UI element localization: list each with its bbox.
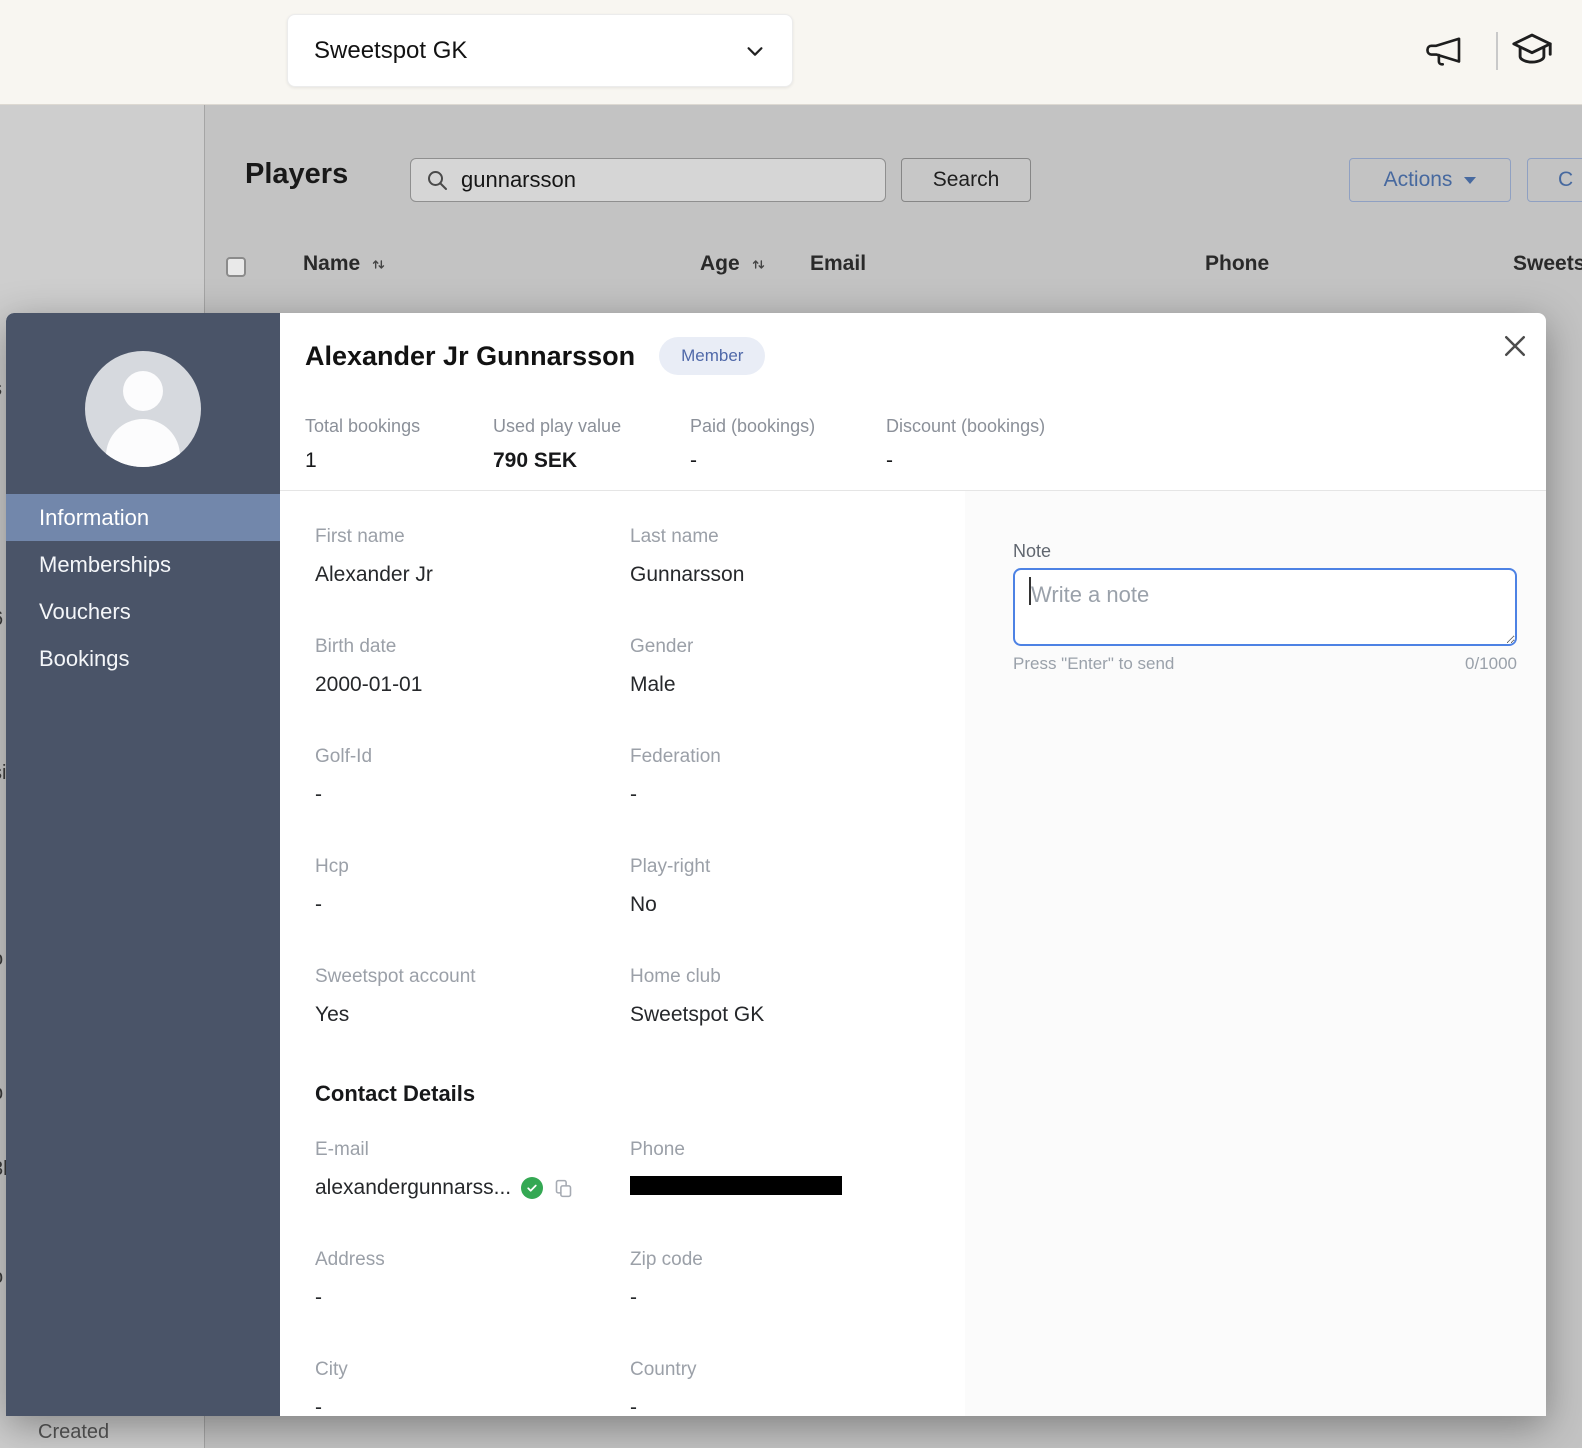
column-label: Name bbox=[303, 252, 360, 276]
field-birth-date: Birth date 2000-01-01 bbox=[315, 636, 630, 697]
modal-header: Alexander Jr Gunnarsson Member bbox=[305, 337, 765, 375]
field-last-name: Last name Gunnarsson bbox=[630, 526, 945, 587]
note-input[interactable] bbox=[1013, 568, 1517, 646]
topbar-divider bbox=[1496, 32, 1498, 70]
note-label: Note bbox=[1013, 541, 1051, 562]
redacted-phone-value bbox=[630, 1176, 842, 1195]
graduation-cap-icon[interactable] bbox=[1508, 27, 1556, 73]
player-detail-modal: Information Memberships Vouchers Booking… bbox=[6, 313, 1546, 1416]
field-play-right: Play-right No bbox=[630, 856, 945, 917]
verified-check-icon bbox=[521, 1177, 543, 1199]
info-fields: First name Alexander Jr Last name Gunnar… bbox=[315, 526, 945, 1027]
field-federation: Federation - bbox=[630, 746, 945, 807]
search-input[interactable] bbox=[461, 167, 871, 193]
avatar bbox=[85, 351, 201, 467]
sort-icon[interactable] bbox=[750, 256, 767, 273]
contact-fields: E-mail alexandergunnarss... Phone Addres… bbox=[315, 1139, 945, 1416]
column-header-age[interactable]: Age bbox=[700, 252, 767, 276]
contact-details-heading: Contact Details bbox=[315, 1081, 475, 1107]
field-gender: Gender Male bbox=[630, 636, 945, 697]
field-country: Country - bbox=[630, 1359, 945, 1416]
search-icon bbox=[425, 168, 449, 192]
topbar: Sweetspot GK bbox=[0, 0, 1582, 105]
field-golf-id: Golf-Id - bbox=[315, 746, 630, 807]
copy-icon[interactable] bbox=[553, 1178, 574, 1199]
sidebar-item-bookings[interactable]: Bookings bbox=[6, 635, 280, 682]
created-column-fragment: Created bbox=[38, 1421, 109, 1444]
email-value: alexandergunnarss... bbox=[315, 1176, 511, 1200]
field-hcp: Hcp - bbox=[315, 856, 630, 917]
sidebar-item-information[interactable]: Information bbox=[6, 494, 280, 541]
member-badge: Member bbox=[659, 337, 765, 375]
players-search-box bbox=[410, 158, 886, 202]
clipped-right-button[interactable]: C bbox=[1527, 158, 1582, 202]
page-title: Players bbox=[245, 158, 348, 191]
select-all-checkbox[interactable] bbox=[226, 257, 246, 277]
avatar-person-icon bbox=[123, 371, 163, 411]
column-header-email[interactable]: Email bbox=[810, 252, 866, 276]
sort-icon[interactable] bbox=[370, 256, 387, 273]
clipped-right-button-label: C bbox=[1558, 168, 1573, 192]
field-address: Address - bbox=[315, 1249, 630, 1310]
note-char-counter: 0/1000 bbox=[1465, 654, 1517, 674]
field-zip-code: Zip code - bbox=[630, 1249, 945, 1310]
column-header-phone[interactable]: Phone bbox=[1205, 252, 1269, 276]
field-home-club: Home club Sweetspot GK bbox=[630, 966, 945, 1027]
caret-down-icon bbox=[1464, 177, 1476, 184]
field-sweetspot-account: Sweetspot account Yes bbox=[315, 966, 630, 1027]
actions-button[interactable]: Actions bbox=[1349, 158, 1511, 202]
club-selector-dropdown[interactable]: Sweetspot GK bbox=[287, 14, 793, 87]
club-selector-value: Sweetspot GK bbox=[314, 37, 467, 65]
chevron-down-icon bbox=[744, 40, 766, 62]
field-city: City - bbox=[315, 1359, 630, 1416]
column-label: Phone bbox=[1205, 252, 1269, 276]
column-label: Age bbox=[700, 252, 740, 276]
stat-discount-bookings: Discount (bookings) - bbox=[886, 416, 1045, 473]
close-icon[interactable] bbox=[1500, 331, 1530, 361]
sidebar-item-memberships[interactable]: Memberships bbox=[6, 541, 280, 588]
actions-button-label: Actions bbox=[1384, 168, 1453, 192]
note-hint: Press "Enter" to send bbox=[1013, 654, 1174, 674]
modal-sidebar-menu: Information Memberships Vouchers Booking… bbox=[6, 494, 280, 682]
search-button[interactable]: Search bbox=[901, 158, 1031, 202]
column-label: Email bbox=[810, 252, 866, 276]
modal-sidebar: Information Memberships Vouchers Booking… bbox=[6, 313, 280, 1416]
column-header-sweetspot[interactable]: Sweets bbox=[1513, 252, 1582, 276]
stat-total-bookings: Total bookings 1 bbox=[305, 416, 493, 473]
stat-used-play-value: Used play value 790 SEK bbox=[493, 416, 690, 473]
sidebar-item-vouchers[interactable]: Vouchers bbox=[6, 588, 280, 635]
column-label: Sweets bbox=[1513, 252, 1582, 276]
field-first-name: First name Alexander Jr bbox=[315, 526, 630, 587]
field-email: E-mail alexandergunnarss... bbox=[315, 1139, 630, 1200]
megaphone-icon[interactable] bbox=[1424, 30, 1466, 72]
stat-paid-bookings: Paid (bookings) - bbox=[690, 416, 886, 473]
note-hint-row: Press "Enter" to send 0/1000 bbox=[1013, 654, 1517, 674]
player-name-title: Alexander Jr Gunnarsson bbox=[305, 341, 635, 372]
field-phone: Phone bbox=[630, 1139, 945, 1200]
player-stats: Total bookings 1 Used play value 790 SEK… bbox=[305, 416, 1045, 473]
column-header-name[interactable]: Name bbox=[303, 252, 387, 276]
